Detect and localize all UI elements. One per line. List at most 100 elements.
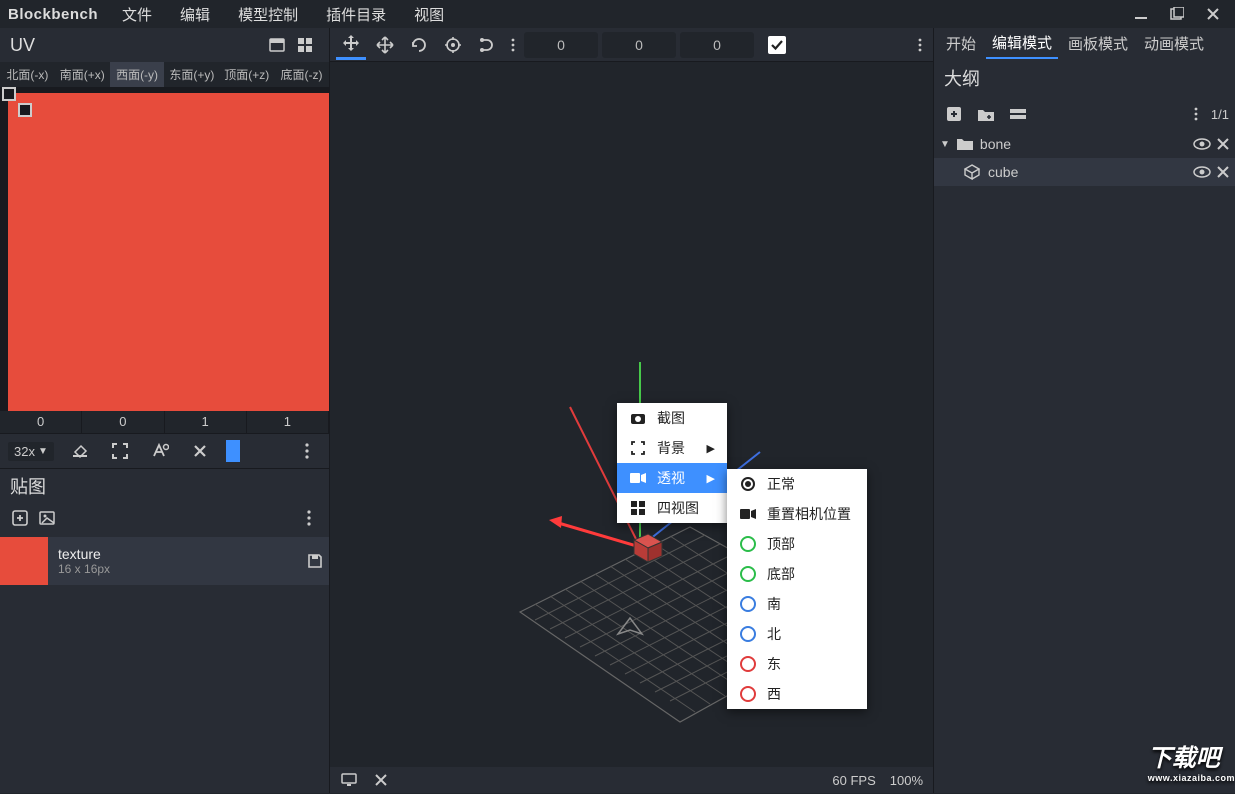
transform-lock-checkbox[interactable] — [768, 36, 786, 54]
tool-resize[interactable] — [370, 30, 400, 60]
uv-handle-nw[interactable] — [2, 87, 16, 101]
background-icon — [629, 441, 647, 455]
sub-north[interactable]: 北 — [727, 619, 867, 649]
videocam-icon — [739, 508, 757, 520]
uv-canvas[interactable] — [0, 87, 329, 411]
uv-face-east[interactable]: 东面(+y) — [164, 62, 219, 87]
tool-vertex-snap[interactable] — [472, 30, 502, 60]
eye-icon[interactable] — [1193, 166, 1211, 178]
menu-edit[interactable]: 编辑 — [166, 0, 224, 29]
eye-icon[interactable] — [1193, 138, 1211, 150]
window-maximize-button[interactable] — [1159, 2, 1195, 26]
uv-zoom-value: 32x — [14, 444, 35, 459]
uv-face-up[interactable]: 顶面(+z) — [219, 62, 274, 87]
mode-start[interactable]: 开始 — [940, 29, 982, 58]
check-icon — [770, 39, 784, 51]
sub-bottom[interactable]: 底部 — [727, 559, 867, 589]
camera-icon — [629, 411, 647, 425]
uv-num-3[interactable]: 1 — [247, 411, 329, 433]
menu-plugins[interactable]: 插件目录 — [312, 0, 400, 29]
uv-clear-button[interactable] — [186, 437, 214, 465]
uv-grid-button[interactable] — [291, 31, 319, 59]
uv-face-south[interactable]: 南面(+x) — [55, 62, 110, 87]
uv-color-chip[interactable] — [226, 440, 240, 462]
maximize-icon — [1170, 7, 1184, 21]
remove-icon[interactable] — [1217, 166, 1229, 178]
outliner-group[interactable]: ▼ bone — [934, 130, 1235, 158]
mode-paint[interactable]: 画板模式 — [1062, 29, 1134, 58]
texture-import-button[interactable] — [34, 504, 62, 532]
uv-handle-se[interactable] — [18, 103, 32, 117]
sub-reset-camera[interactable]: 重置相机位置 — [727, 499, 867, 529]
menu-model-control[interactable]: 模型控制 — [224, 0, 312, 29]
transform-input-z[interactable]: 0 — [680, 32, 754, 58]
center-panel: 0 0 0 — [330, 28, 933, 793]
caret-down-icon[interactable]: ▼ — [940, 139, 950, 150]
mode-tabs: 开始 编辑模式 画板模式 动画模式 — [934, 28, 1235, 58]
window-minimize-button[interactable] — [1123, 2, 1159, 26]
ctx-quadview[interactable]: 四视图 — [617, 493, 727, 523]
uv-face-west[interactable]: 西面(-y) — [110, 62, 165, 87]
remove-icon[interactable] — [1217, 138, 1229, 150]
viewport-3d[interactable]: 截图 背景 ▶ 透视 ▶ 四视图 正常 — [330, 62, 933, 767]
uv-face-north[interactable]: 北面(-x) — [0, 62, 55, 87]
vertex-snap-icon — [478, 36, 496, 54]
uv-fill-button[interactable] — [66, 437, 94, 465]
uv-toolbar: 32x▼ — [0, 433, 329, 469]
menu-view[interactable]: 视图 — [400, 0, 458, 29]
rotate-icon — [410, 36, 428, 54]
ctx-screenshot[interactable]: 截图 — [617, 403, 727, 433]
outliner-cube[interactable]: cube — [934, 158, 1235, 186]
sub-top[interactable]: 顶部 — [727, 529, 867, 559]
sub-normal[interactable]: 正常 — [727, 469, 867, 499]
uv-num-1[interactable]: 0 — [82, 411, 164, 433]
tool-rotate[interactable] — [404, 30, 434, 60]
ctx-background[interactable]: 背景 ▶ — [617, 433, 727, 463]
uv-face-down[interactable]: 底面(-z) — [274, 62, 329, 87]
tool-pivot[interactable] — [438, 30, 468, 60]
uv-more-button[interactable] — [293, 437, 321, 465]
transform-input-x[interactable]: 0 — [524, 32, 598, 58]
uv-maximize-button[interactable] — [106, 437, 134, 465]
more-vertical-icon — [305, 443, 309, 459]
sub-west-label: 西 — [767, 684, 781, 704]
mode-animate[interactable]: 动画模式 — [1138, 29, 1210, 58]
outliner-add-cube-button[interactable] — [940, 100, 968, 128]
textures-toolbar — [0, 503, 329, 533]
textures-more-button[interactable] — [295, 504, 323, 532]
window-close-button[interactable] — [1195, 2, 1231, 26]
grid-icon — [298, 38, 312, 52]
left-panel: UV 北面(-x) 南面(+x) 西面(-y) 东面(+y) 顶面(+z) 底面… — [0, 28, 330, 793]
toolbar-more-2[interactable] — [913, 31, 927, 59]
sub-east[interactable]: 东 — [727, 649, 867, 679]
tool-move[interactable] — [336, 30, 366, 60]
more-vertical-icon — [307, 510, 311, 526]
minimize-icon — [1134, 7, 1148, 21]
sub-south[interactable]: 南 — [727, 589, 867, 619]
texture-item[interactable]: texture 16 x 16px — [0, 537, 329, 585]
texture-size: 16 x 16px — [58, 562, 301, 576]
uv-auto-button[interactable] — [146, 437, 174, 465]
uv-num-2[interactable]: 1 — [165, 411, 247, 433]
texture-add-button[interactable] — [6, 504, 34, 532]
outliner-toggle-button[interactable] — [1004, 100, 1032, 128]
center-toolbar: 0 0 0 — [330, 28, 933, 62]
menu-file[interactable]: 文件 — [108, 0, 166, 29]
outliner-more-button[interactable] — [1189, 100, 1203, 128]
sub-west[interactable]: 西 — [727, 679, 867, 709]
texture-save-button[interactable] — [301, 547, 329, 575]
status-close-button[interactable] — [372, 766, 390, 794]
status-display-button[interactable] — [340, 766, 358, 794]
save-icon — [307, 553, 323, 569]
outliner-add-group-button[interactable] — [972, 100, 1000, 128]
toolbar-more-1[interactable] — [506, 31, 520, 59]
uv-title: UV — [10, 35, 35, 56]
uv-zoom-selector[interactable]: 32x▼ — [8, 442, 54, 461]
uv-window-button[interactable] — [263, 31, 291, 59]
uv-num-0[interactable]: 0 — [0, 411, 82, 433]
ctx-screenshot-label: 截图 — [657, 408, 685, 428]
mode-edit[interactable]: 编辑模式 — [986, 28, 1058, 59]
ctx-perspective[interactable]: 透视 ▶ — [617, 463, 727, 493]
transform-input-y[interactable]: 0 — [602, 32, 676, 58]
radio-checked-icon — [739, 476, 757, 492]
